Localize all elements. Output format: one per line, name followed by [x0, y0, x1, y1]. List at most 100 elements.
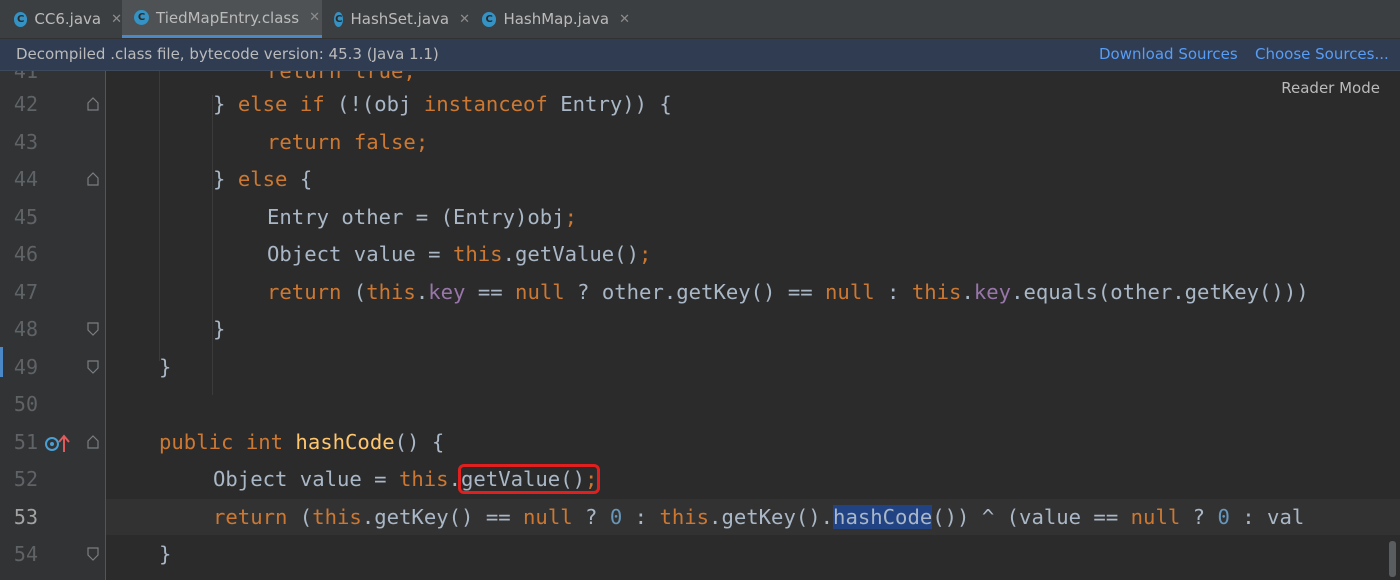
keyword: null — [1130, 505, 1181, 529]
semicolon: ; — [415, 130, 429, 154]
semicolon: ; — [638, 242, 652, 266]
tab-tiedmapentry-class[interactable]: C TiedMapEntry.class ✕ — [122, 0, 322, 38]
change-marker — [0, 347, 3, 377]
keyword: this — [659, 505, 710, 529]
keyword: int — [245, 430, 284, 454]
selected-hashcode[interactable]: hashCode — [833, 505, 933, 529]
code-text: .getKey(). — [709, 505, 834, 529]
close-icon[interactable]: ✕ — [111, 12, 122, 27]
keyword: return — [267, 280, 342, 304]
decompiled-message: Decompiled .class file, bytecode version… — [16, 45, 439, 63]
keyword: instanceof — [423, 92, 548, 116]
code-text: } — [213, 92, 238, 116]
line-number: 52 — [13, 467, 38, 491]
keyword: else — [237, 92, 288, 116]
close-icon[interactable]: ✕ — [459, 12, 470, 27]
class-icon: C — [14, 11, 28, 27]
code-text: (!(obj — [324, 92, 424, 116]
keyword: this — [398, 467, 449, 491]
code-text: ? other.getKey() == — [564, 280, 826, 304]
keyword: return — [267, 130, 342, 154]
line-number: 44 — [13, 167, 38, 191]
tab-hashset-java[interactable]: C HashSet.java ✕ — [322, 0, 470, 38]
choose-sources-link[interactable]: Choose Sources... — [1255, 45, 1389, 63]
code-line-53[interactable]: return (this.getKey() == null ? 0 : this… — [106, 499, 1400, 535]
close-icon[interactable]: ✕ — [309, 10, 320, 25]
keyword: this — [312, 505, 362, 529]
line-number: 46 — [13, 242, 38, 266]
keyword: true; — [353, 71, 416, 83]
code-text: ? — [572, 505, 610, 529]
fold-marker-icon[interactable] — [86, 97, 100, 111]
code-line-49[interactable]: } — [106, 349, 1400, 385]
code-text: } — [159, 355, 172, 379]
fold-end-icon[interactable] — [86, 360, 100, 374]
code-line-45[interactable]: Entry other = (Entry)obj; — [106, 199, 1400, 235]
keyword: null — [523, 505, 573, 529]
code-line-51[interactable]: public int hashCode() { — [106, 424, 1400, 460]
tab-label: HashSet.java — [350, 10, 450, 28]
close-icon[interactable]: ✕ — [619, 12, 630, 27]
fold-end-icon[interactable] — [86, 547, 100, 561]
class-icon: C — [134, 10, 149, 25]
tab-label: CC6.java — [34, 10, 102, 28]
keyword: return — [213, 505, 288, 529]
class-icon: C — [334, 11, 344, 27]
line-number: 43 — [13, 130, 38, 154]
code-text: ? — [1180, 505, 1218, 529]
keyword: null — [825, 280, 875, 304]
download-sources-link[interactable]: Download Sources — [1099, 45, 1238, 63]
code-line-43[interactable]: return false; — [106, 124, 1400, 160]
fold-marker-icon[interactable] — [86, 172, 100, 186]
code-text: ()) ^ (value == — [932, 505, 1131, 529]
code-text: { — [287, 167, 313, 191]
code-line-47[interactable]: return (this.key == null ? other.getKey(… — [106, 274, 1400, 310]
line-number: 51 — [13, 430, 38, 454]
line-number: 47 — [13, 280, 38, 304]
semicolon: ; — [585, 467, 598, 491]
code-text: . — [961, 280, 974, 304]
vertical-scrollbar[interactable] — [1389, 541, 1396, 577]
field: key — [973, 280, 1012, 304]
code-line-48[interactable]: } — [106, 311, 1400, 347]
code-text: Object value = — [213, 467, 399, 491]
code-text: getValue() — [461, 467, 585, 491]
semicolon: ; — [564, 205, 577, 229]
code-line-46[interactable]: Object value = this.getValue(); — [106, 236, 1400, 272]
line-number: 42 — [13, 92, 38, 116]
field: key — [428, 280, 466, 304]
code-text: Entry)) { — [547, 92, 672, 116]
code-text: : val — [1229, 505, 1305, 529]
keyword: return — [267, 71, 342, 83]
line-number: 41 — [13, 71, 38, 83]
code-line-52[interactable]: Object value = this.getValue(); — [106, 461, 1400, 497]
code-text: ( — [341, 280, 367, 304]
code-text: : — [874, 280, 912, 304]
code-line-44[interactable]: } else { — [106, 161, 1400, 197]
tab-cc6-java[interactable]: C CC6.java ✕ — [0, 0, 122, 38]
code-line-54[interactable]: } — [106, 536, 1400, 572]
code-editor[interactable]: 41 42 43 44 45 46 47 48 49 50 51 52 53 5… — [0, 71, 1400, 580]
keyword: else — [237, 167, 288, 191]
fold-marker-icon[interactable] — [86, 435, 100, 449]
code-text: . — [448, 467, 461, 491]
override-method-icon[interactable] — [44, 433, 70, 459]
keyword: null — [515, 280, 565, 304]
tab-label: HashMap.java — [503, 10, 610, 28]
method-name: hashCode — [295, 430, 395, 454]
line-number: 50 — [13, 392, 38, 416]
line-number: 49 — [13, 355, 38, 379]
keyword: this — [911, 280, 962, 304]
code-text: Entry other = (Entry)obj — [267, 205, 565, 229]
editor-tab-bar: C CC6.java ✕ C TiedMapEntry.class ✕ C Ha… — [0, 0, 1400, 39]
fold-end-icon[interactable] — [86, 322, 100, 336]
keyword: if — [299, 92, 325, 116]
tab-hashmap-java[interactable]: C HashMap.java ✕ — [470, 0, 630, 38]
decompiled-notice-banner: Decompiled .class file, bytecode version… — [0, 39, 1400, 71]
code-line-42[interactable]: } else if (!(obj instanceof Entry)) { — [106, 86, 1400, 122]
code-text: Object value = — [267, 242, 453, 266]
code-text: : — [622, 505, 660, 529]
keyword: this — [366, 280, 416, 304]
code-text: .equals(other.getKey())) — [1011, 280, 1309, 304]
code-line-50[interactable] — [106, 386, 1400, 422]
